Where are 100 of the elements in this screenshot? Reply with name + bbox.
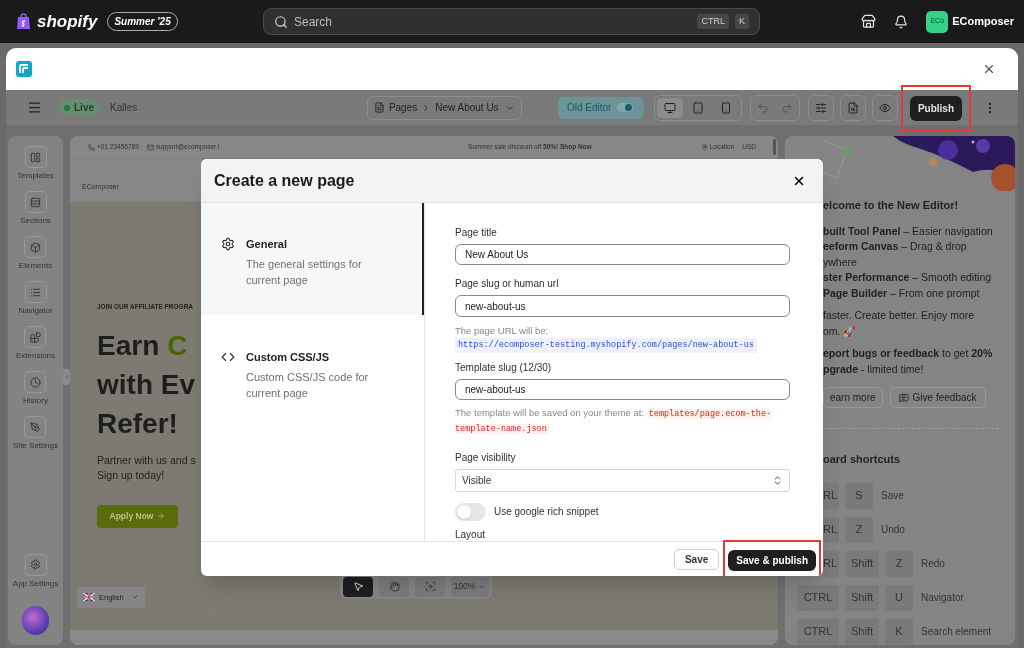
inspect-button[interactable]	[839, 94, 866, 121]
clock-icon	[30, 376, 41, 388]
save-publish-button[interactable]: Save & publish	[728, 550, 816, 571]
headline-text: C	[167, 328, 188, 363]
settings-button[interactable]	[807, 94, 834, 121]
apply-button[interactable]: Apply Now	[97, 504, 178, 528]
toggle-switch[interactable]	[455, 503, 486, 521]
scrollbar[interactable]	[773, 139, 776, 155]
sidebar-item[interactable]: Navigator	[18, 281, 53, 326]
shortcut-key: RL	[823, 516, 839, 543]
breadcrumb-dropdown[interactable]: Pages New About Us	[366, 95, 522, 120]
template-hint: The template will be saved on your theme at: templates/page.ecom-the-template-name.json	[455, 406, 773, 437]
rows-icon	[30, 196, 41, 208]
settings-icon	[221, 237, 235, 251]
pin-icon	[700, 143, 708, 151]
shortcut-key: CTRL	[697, 13, 729, 30]
headline-text: Earn	[97, 328, 160, 363]
feedback-text: eport bugs or feedback to get 20%	[823, 346, 994, 361]
assistant-orb-icon[interactable]	[22, 605, 49, 635]
shortcut-key: S	[845, 482, 873, 509]
sidebar-item[interactable]: Site Settings	[13, 416, 58, 461]
cube-icon	[30, 241, 41, 253]
feature-text: eeform Canvas – Drag & drop	[823, 239, 968, 254]
phone-icon	[88, 143, 95, 151]
visibility-select[interactable]: Visible	[455, 469, 790, 492]
shortcut-key: Shift	[845, 550, 879, 577]
shortcut-action: Save	[881, 489, 904, 503]
close-icon[interactable]	[982, 62, 996, 76]
sidebar-item[interactable]: Sections	[20, 191, 51, 236]
focus-icon	[424, 581, 436, 593]
shortcut-key: Shift	[845, 584, 879, 611]
brand-logo[interactable]: shopify	[37, 13, 98, 30]
search-field[interactable]: Search CTRL K	[263, 8, 760, 35]
save-button[interactable]: Save	[673, 548, 720, 570]
app-logo-icon[interactable]	[16, 61, 32, 77]
shortcut-action: Redo	[921, 557, 945, 571]
preview-button[interactable]	[871, 94, 898, 121]
code-icon	[221, 350, 235, 364]
eye-icon	[878, 101, 891, 114]
pen-icon	[30, 421, 41, 433]
feature-text: Page Builder – From one prompt	[823, 285, 981, 301]
shortcut-key: Z	[885, 550, 913, 577]
url-link[interactable]: https://ecomposer-testing.myshopify.com/pages/new-about-us	[455, 337, 757, 353]
device-button[interactable]	[656, 97, 683, 118]
canvas-tool-button[interactable]	[379, 576, 409, 597]
shortcut-key: CTRL	[797, 584, 839, 611]
modal-title: Create a new page	[214, 170, 355, 191]
store-icon[interactable]	[861, 14, 877, 29]
panel-title: elcome to the New Editor!	[823, 198, 960, 213]
up-down-icon	[772, 475, 783, 487]
feature-text: ster Performance – Smooth editing	[823, 270, 993, 285]
shortcut-key: K	[735, 13, 749, 30]
hint-text: The page URL will be:	[455, 323, 550, 338]
feature-text: built Tool Panel – Easier navigation	[823, 223, 994, 239]
account-name[interactable]: EComposer	[952, 13, 1014, 30]
breadcrumb-item[interactable]: Pages	[388, 100, 418, 115]
status-badge: Live	[58, 99, 100, 116]
shortcut-key: K	[885, 618, 913, 645]
section-heading: oard shortcuts	[823, 452, 901, 467]
settings-icon	[30, 559, 41, 570]
shortcut-key: RL	[823, 550, 839, 577]
sidebar-item[interactable]: Elements	[18, 236, 53, 281]
field-label: Template slug (12/30)	[455, 360, 553, 375]
menu-icon[interactable]	[27, 100, 42, 115]
settings-tab[interactable]: Custom CSS/JS Custom CSS/JS code for current page	[201, 315, 424, 427]
sliders-icon	[814, 101, 827, 114]
old-editor-toggle[interactable]: Old Editor	[557, 96, 644, 119]
canvas-tool-button[interactable]	[343, 576, 373, 597]
store-name: Kalles	[110, 101, 138, 115]
message-icon	[898, 392, 909, 403]
search-input[interactable]: Search	[294, 12, 692, 31]
text-field[interactable]: New About Us	[455, 244, 790, 266]
sidebar-item[interactable]: Extensions	[15, 326, 56, 371]
toggle-label: Use google rich snippet	[494, 505, 599, 520]
settings-tab[interactable]: General The general settings for current page	[201, 203, 424, 315]
feedback-button[interactable]: Give feedback	[889, 387, 986, 408]
headline-text: with Ev	[97, 367, 195, 402]
field-label: Page visibility	[455, 451, 517, 466]
sidebar-item[interactable]: App Settings	[12, 553, 59, 590]
zoom-dropdown[interactable]: 100%	[451, 576, 489, 597]
field-label: Page title	[455, 226, 498, 240]
publish-button[interactable]: Publish	[909, 95, 962, 121]
text-field[interactable]: new-about-us	[455, 295, 790, 317]
layout-icon	[30, 151, 41, 163]
breadcrumb-item[interactable]: New About Us	[435, 100, 499, 115]
shortcut-key: RL	[823, 482, 839, 509]
shortcut-action: Search element	[921, 625, 992, 639]
text-field[interactable]: new-about-us	[455, 378, 790, 401]
sidebar-item[interactable]: History	[23, 371, 48, 416]
feedback-text: pgrade - limited time!	[823, 361, 925, 377]
headline-text: Refer!	[97, 406, 178, 441]
shortcut-key: U	[885, 584, 913, 611]
notification-icon[interactable]	[894, 14, 909, 29]
shortcut-key: Shift	[845, 618, 879, 645]
collapse-handle[interactable]	[63, 369, 70, 385]
pointer-icon	[352, 581, 364, 593]
sidebar-item[interactable]: Templates	[17, 146, 54, 191]
shortcut-action: Navigator	[921, 591, 964, 605]
hand-icon	[388, 581, 400, 593]
shortcut-action: Undo	[881, 523, 905, 537]
